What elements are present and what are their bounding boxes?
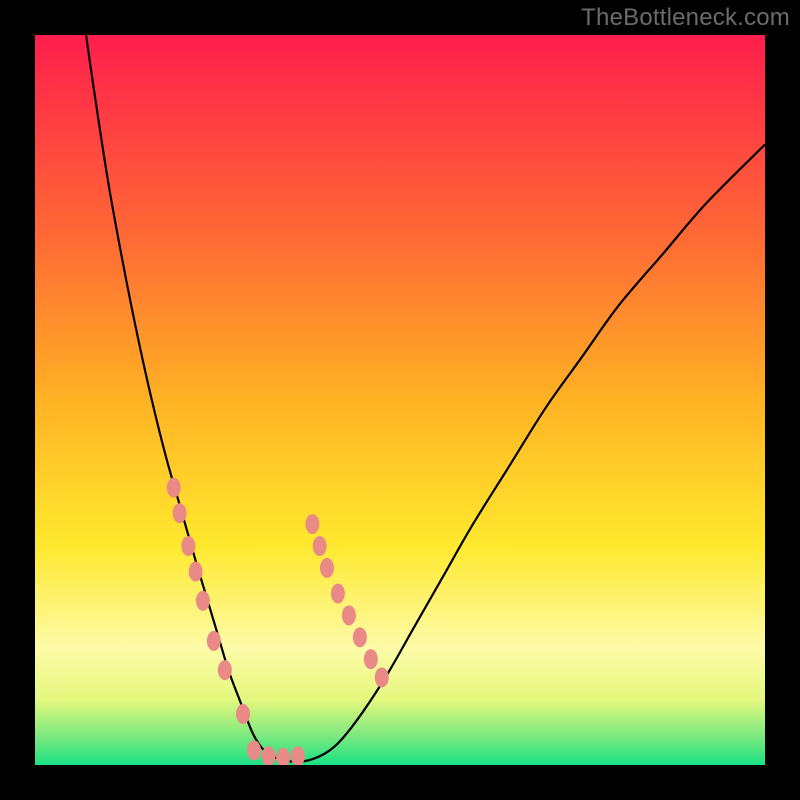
data-marker — [167, 478, 181, 498]
data-marker — [207, 631, 221, 651]
data-marker — [305, 514, 319, 534]
data-marker — [353, 627, 367, 647]
data-marker — [218, 660, 232, 680]
data-marker — [320, 558, 334, 578]
outer-frame: TheBottleneck.com — [0, 0, 800, 800]
data-marker — [247, 740, 261, 760]
data-marker — [189, 562, 203, 582]
data-marker — [342, 605, 356, 625]
data-marker — [313, 536, 327, 556]
chart-background — [35, 35, 765, 765]
data-marker — [173, 503, 187, 523]
data-marker — [331, 583, 345, 603]
data-marker — [196, 591, 210, 611]
chart-canvas — [35, 35, 765, 765]
data-marker — [364, 649, 378, 669]
data-marker — [236, 704, 250, 724]
plot-area — [35, 35, 765, 765]
watermark-text: TheBottleneck.com — [581, 4, 790, 32]
data-marker — [181, 536, 195, 556]
data-marker — [375, 667, 389, 687]
